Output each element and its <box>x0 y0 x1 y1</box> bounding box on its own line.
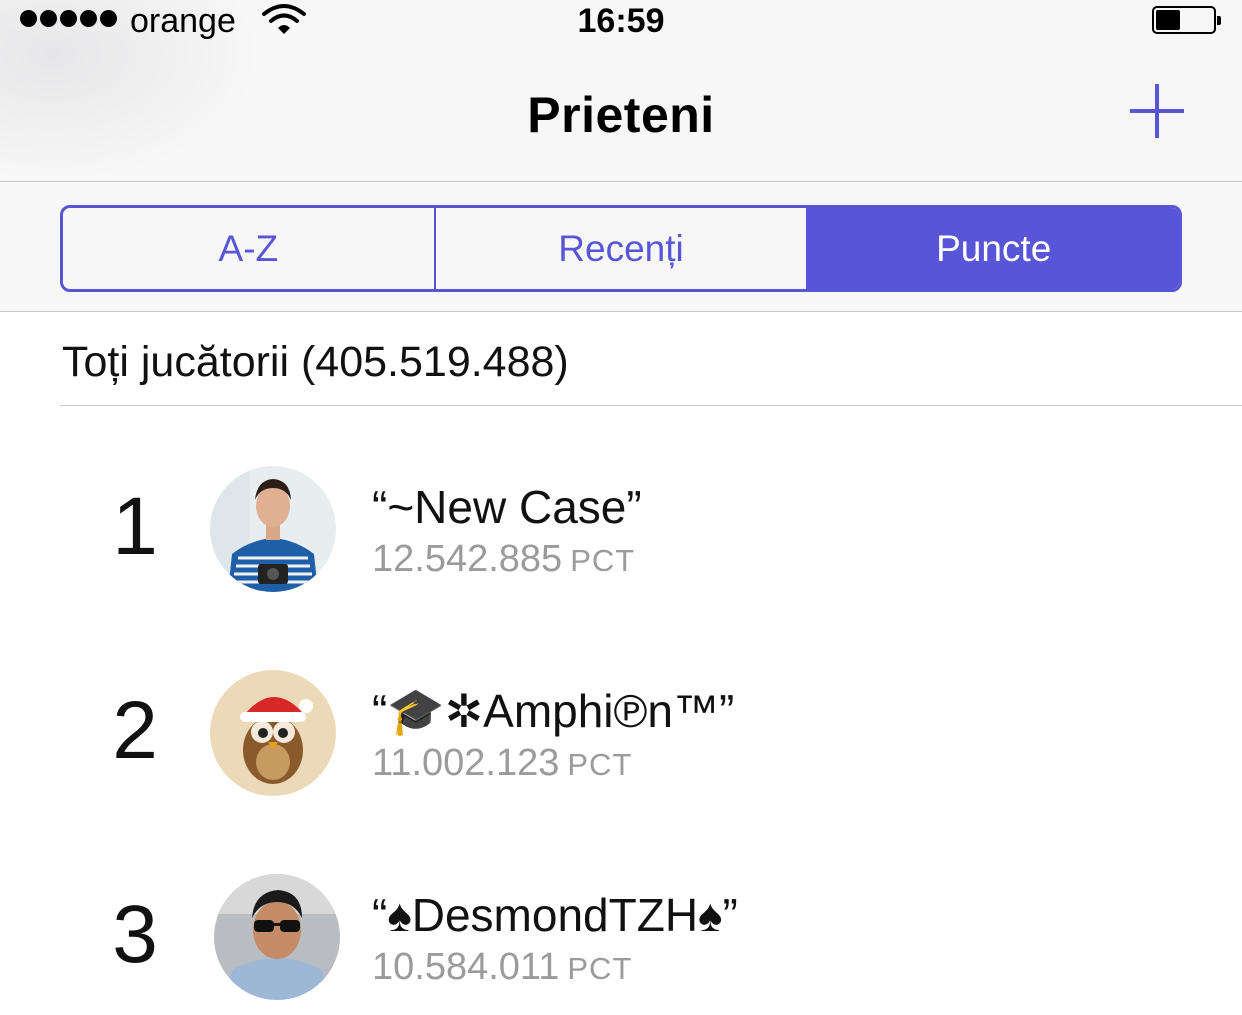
status-bar: orange 16:59 <box>0 0 1242 44</box>
sort-segmented-control: A-Z Recenți Puncte <box>60 205 1182 292</box>
segment-puncte[interactable]: Puncte <box>808 208 1179 289</box>
plus-icon[interactable] <box>1130 84 1184 138</box>
segment-a-z[interactable]: A-Z <box>63 208 436 289</box>
divider <box>60 405 1242 406</box>
page-title: Prieteni <box>527 87 715 143</box>
player-name: “♠DesmondTZH♠” <box>372 889 738 941</box>
points-unit: PCT <box>567 747 633 782</box>
points-value: 12.542.885 <box>372 538 563 580</box>
avatar <box>210 466 336 592</box>
segment-bar: A-Z Recenți Puncte <box>0 181 1242 312</box>
list-item[interactable]: 1 “~New Case” 12.542.885 PCT <box>0 466 1242 606</box>
rank-number: 1 <box>112 481 158 572</box>
rank-number: 2 <box>112 685 158 776</box>
points-value: 11.002.123 <box>372 742 560 784</box>
player-name: “~New Case” <box>372 481 642 533</box>
rank-number: 3 <box>112 889 158 980</box>
list-item[interactable]: 3 “♠DesmondTZH♠” 10.584.011 PCT <box>0 874 1242 1014</box>
clock: 16:59 <box>577 2 665 40</box>
section-header: Toți jucătorii (405.519.488) <box>62 338 569 386</box>
segment-recenti[interactable]: Recenți <box>436 208 809 289</box>
player-points: 11.002.123 PCT <box>372 742 632 785</box>
points-unit: PCT <box>567 951 633 986</box>
points-unit: PCT <box>570 543 636 578</box>
points-value: 10.584.011 <box>372 946 560 988</box>
player-name: “🎓✲Amphi℗n™” <box>372 685 735 737</box>
player-points: 12.542.885 PCT <box>372 538 635 581</box>
avatar <box>214 874 340 1000</box>
battery-icon <box>1152 6 1221 34</box>
player-points: 10.584.011 PCT <box>372 946 632 989</box>
list-item[interactable]: 2 “🎓✲Amphi℗n™” 11.002.123 PCT <box>0 670 1242 810</box>
avatar <box>210 670 336 796</box>
navigation-header: orange 16:59 Prieteni <box>0 0 1242 181</box>
